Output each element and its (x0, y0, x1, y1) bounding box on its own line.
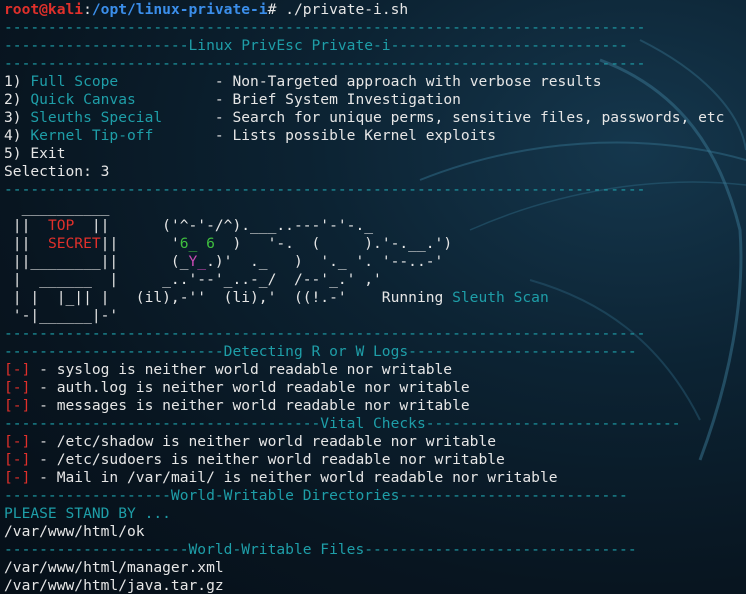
ascii-art-line: | | |_|| | (il),-'' (li),' ((!.-' Runnin… (4, 289, 746, 307)
menu-desc: - Brief System Investigation (214, 91, 461, 108)
prompt-path: /opt/linux-private-i (91, 1, 268, 18)
art-part: || ('^-'-/^).___..---'-'-._ (74, 217, 374, 234)
prompt-line: root@kali:/opt/linux-private-i# ./privat… (4, 1, 746, 19)
path-line: /var/www/html/ok (4, 523, 145, 540)
art-part: || ' (100, 235, 180, 252)
ascii-art-line: ||________|| (_Y_.)' ._ ) '._ '. '--..-' (4, 253, 746, 271)
result-line: [-] - messages is neither world readable… (4, 397, 746, 415)
menu-desc: - Non-Targeted approach with verbose res… (214, 73, 602, 90)
art-part: .)' ._ ) '._ '. '--..-' (206, 253, 444, 270)
menu-item-exit: 5) Exit (4, 145, 746, 163)
art-nose: Y_ (188, 253, 207, 270)
menu-name: Full Scope (30, 73, 119, 90)
menu-num: 5) (4, 145, 31, 162)
art-part: ||________|| (_ (4, 253, 189, 270)
menu-item-quick-canvas: 2) Quick Canvas - Brief System Investiga… (4, 91, 746, 109)
terminal-output: root@kali:/opt/linux-private-i# ./privat… (4, 1, 746, 594)
art-part: ) '-. ( ).'-.__.') (214, 235, 453, 252)
result-text: - auth.log is neither world readable nor… (30, 379, 470, 396)
stand-by-message: PLEASE STAND BY ... (4, 505, 171, 522)
prompt-symbol: # (267, 1, 286, 18)
ascii-art-line: || TOP || ('^-'-/^).___..---'-'-._ (4, 217, 746, 235)
ascii-art-line: | ______ | _..'--'_..-_/ /--'_.' ,' (4, 271, 382, 288)
section-header-ww-dirs: -------------------World-Writable Direct… (4, 487, 628, 504)
terminal-window[interactable]: root@kali:/opt/linux-private-i# ./privat… (0, 0, 746, 594)
fail-marker: [-] (4, 397, 31, 414)
ascii-art-line: '-|______|-' (4, 307, 119, 324)
fail-marker: [-] (4, 379, 31, 396)
menu-pad (136, 91, 215, 108)
prompt-user-host: root@kali (4, 1, 84, 18)
separator-line: ----------------------------------------… (4, 19, 646, 36)
result-text: - messages is neither world readable nor… (30, 397, 470, 414)
menu-pad (162, 109, 215, 126)
art-eyes: 6_ 6 (179, 235, 215, 252)
menu-name: Kernel Tip-off (30, 127, 154, 144)
menu-item-sleuths-special: 3) Sleuths Special - Search for unique p… (4, 109, 746, 127)
art-part: || (4, 235, 48, 252)
path-line: /var/www/html/manager.xml (4, 559, 224, 576)
result-line: [-] - auth.log is neither world readable… (4, 379, 746, 397)
fail-marker: [-] (4, 451, 31, 468)
menu-num: 2) (4, 91, 31, 108)
result-line: [-] - /etc/shadow is neither world reada… (4, 433, 746, 451)
selection-line: Selection: 3 (4, 163, 110, 180)
menu-num: 1) (4, 73, 31, 90)
top-label: TOP (47, 217, 75, 234)
menu-name: Exit (30, 145, 66, 162)
prompt-command: ./private-i.sh (285, 1, 409, 18)
secret-label: SECRET (47, 235, 101, 252)
menu-name: Quick Canvas (30, 91, 136, 108)
menu-desc: - Search for unique perms, sensitive fil… (214, 109, 725, 126)
menu-item-full-scope: 1) Full Scope - Non-Targeted approach wi… (4, 73, 746, 91)
result-line: [-] - Mail in /var/mail/ is neither worl… (4, 469, 746, 487)
result-text: - syslog is neither world readable nor w… (30, 361, 453, 378)
menu-name: Sleuths Special (30, 109, 163, 126)
section-header-vital: ------------------------------------Vita… (4, 415, 681, 432)
ascii-art-line: __________ (4, 199, 110, 216)
result-line: [-] - syslog is neither world readable n… (4, 361, 746, 379)
separator-line: ----------------------------------------… (4, 55, 646, 72)
fail-marker: [-] (4, 361, 31, 378)
banner-title: ---------------------Linux PrivEsc Priva… (4, 37, 628, 54)
result-line: [-] - /etc/sudoers is neither world read… (4, 451, 746, 469)
section-header-logs: -------------------------Detecting R or … (4, 343, 637, 360)
fail-marker: [-] (4, 433, 31, 450)
path-line: /var/www/html/java.tar.gz (4, 577, 224, 594)
menu-num: 3) (4, 109, 31, 126)
separator-line: ----------------------------------------… (4, 325, 646, 342)
art-part: || (4, 217, 48, 234)
result-text: - Mail in /var/mail/ is neither world re… (30, 469, 558, 486)
fail-marker: [-] (4, 469, 31, 486)
menu-num: 4) (4, 127, 31, 144)
prompt-colon: : (83, 1, 92, 18)
menu-pad (153, 127, 215, 144)
ascii-art-line: || SECRET|| '6_ 6 ) '-. ( ).'-.__.') (4, 235, 746, 253)
menu-desc: - Lists possible Kernel exploits (214, 127, 497, 144)
running-scan-name: Sleuth Scan (452, 289, 549, 306)
art-part: | | |_|| | (il),-'' (li),' ((!.-' Runnin… (4, 289, 453, 306)
separator-line: ----------------------------------------… (4, 181, 646, 198)
result-text: - /etc/sudoers is neither world readable… (30, 451, 505, 468)
section-header-ww-files: ---------------------World-Writable File… (4, 541, 637, 558)
menu-item-kernel-tip-off: 4) Kernel Tip-off - Lists possible Kerne… (4, 127, 746, 145)
menu-pad (118, 73, 215, 90)
result-text: - /etc/shadow is neither world readable … (30, 433, 497, 450)
